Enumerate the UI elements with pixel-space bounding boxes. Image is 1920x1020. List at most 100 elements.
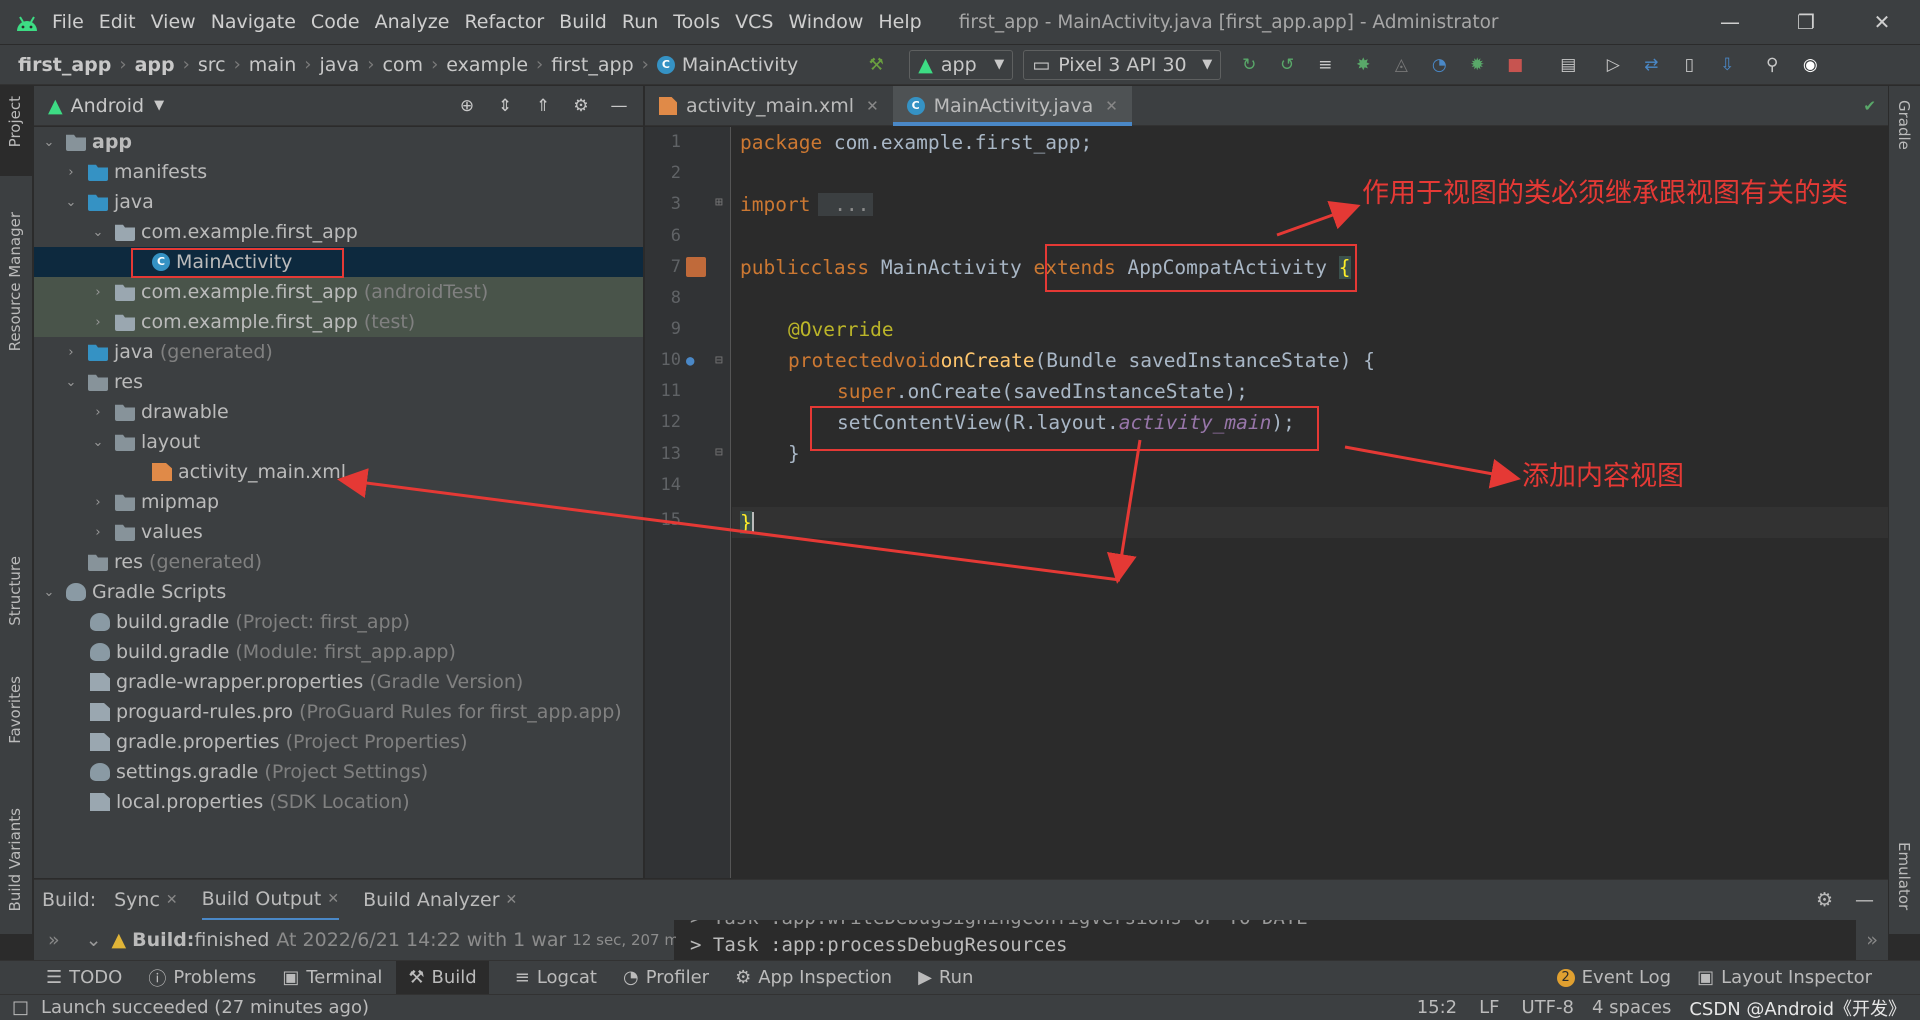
tree-item-settings-gradle[interactable]: settings.gradle (Project Settings) xyxy=(34,757,643,787)
menu-vcs[interactable]: VCS xyxy=(735,11,773,33)
tree-item-app[interactable]: ⌄ app xyxy=(34,127,643,157)
tree-item-java-generated[interactable]: › java (generated) xyxy=(34,337,643,367)
tool-layout-inspector[interactable]: ▣ Layout Inspector xyxy=(1697,967,1872,988)
tool-profiler[interactable]: ◔ Profiler xyxy=(623,967,709,988)
layout-file-gutter-icon[interactable] xyxy=(686,257,706,277)
tab-build-analyzer[interactable]: Build Analyzer ✕ xyxy=(363,889,517,911)
tab-build-variants[interactable]: Build Variants xyxy=(6,808,24,911)
fold-icon[interactable]: ⊟ xyxy=(715,445,723,460)
debug-app-icon[interactable]: ✹ xyxy=(1465,53,1489,77)
hammer-build-icon[interactable]: ⚒ xyxy=(864,53,888,77)
stop-icon[interactable]: ■ xyxy=(1503,53,1527,77)
tree-item-drawable[interactable]: › drawable xyxy=(34,397,643,427)
build-output-console[interactable]: > Task :app:writeDebugSigningConfigVersi… xyxy=(676,920,1888,960)
tab-gradle[interactable]: Gradle xyxy=(1895,100,1913,150)
tool-app-inspection[interactable]: ⚙ App Inspection xyxy=(735,967,892,988)
override-gutter-icon[interactable]: ● xyxy=(686,353,694,369)
project-view-select[interactable]: Android xyxy=(71,95,144,117)
breadcrumb-example[interactable]: example xyxy=(446,54,528,76)
tree-item-package-androidtest[interactable]: › com.example.first_app (androidTest) xyxy=(34,277,643,307)
tab-build-output[interactable]: Build Output ✕ xyxy=(201,880,340,921)
menu-refactor[interactable]: Refactor xyxy=(464,11,544,33)
device-manager-icon[interactable]: ▯ xyxy=(1677,53,1701,77)
tree-item-package-main[interactable]: ⌄ com.example.first_app xyxy=(34,217,643,247)
rerun-icon[interactable]: ↻ xyxy=(1237,53,1261,77)
collapse-all-icon[interactable]: ⇑ xyxy=(531,94,555,118)
tool-event-log[interactable]: 2 Event Log xyxy=(1556,967,1671,988)
breadcrumb-java[interactable]: java xyxy=(319,54,359,76)
tool-logcat[interactable]: ≡ Logcat xyxy=(515,967,597,988)
file-encoding[interactable]: UTF-8 xyxy=(1522,997,1574,1018)
tab-structure[interactable]: Structure xyxy=(6,556,24,626)
run-config-select[interactable]: ▲ app ▼ xyxy=(909,49,1014,80)
tab-emulator[interactable]: Emulator xyxy=(1895,842,1913,910)
breadcrumb-mainactivity[interactable]: MainActivity xyxy=(682,54,798,76)
tree-item-proguard-rules[interactable]: proguard-rules.pro (ProGuard Rules for f… xyxy=(34,697,643,727)
line-separator[interactable]: LF xyxy=(1479,997,1499,1018)
tree-item-res[interactable]: ⌄ res xyxy=(34,367,643,397)
tab-mainactivity-java[interactable]: C MainActivity.java ✕ xyxy=(892,86,1132,126)
breadcrumb-first-app[interactable]: first_app xyxy=(18,54,111,76)
expand-panel-icon[interactable]: » xyxy=(1856,920,1888,960)
tool-problems[interactable]: ⓘ Problems xyxy=(148,965,256,991)
close-tab-icon[interactable]: ✕ xyxy=(1105,97,1118,115)
avd-manager-icon[interactable]: ▷ xyxy=(1601,53,1625,77)
breadcrumb-app[interactable]: app xyxy=(135,54,175,76)
debug-icon[interactable]: ✸ xyxy=(1351,53,1375,77)
breadcrumb-main[interactable]: main xyxy=(249,54,296,76)
breadcrumb-src[interactable]: src xyxy=(198,54,226,76)
tree-item-local-properties[interactable]: local.properties (SDK Location) xyxy=(34,787,643,817)
breadcrumb-com[interactable]: com xyxy=(382,54,423,76)
restore-icon[interactable]: ❐ xyxy=(1768,0,1844,44)
tree-item-package-test[interactable]: › com.example.first_app (test) xyxy=(34,307,643,337)
sdk-manager-icon[interactable]: ⇩ xyxy=(1715,53,1739,77)
tree-item-mipmap[interactable]: › mipmap xyxy=(34,487,643,517)
caret-position[interactable]: 15:2 xyxy=(1417,997,1457,1018)
chevron-down-icon[interactable]: ⌄ xyxy=(86,929,102,951)
expand-all-icon[interactable]: ⇕ xyxy=(493,94,517,118)
indent-setting[interactable]: 4 spaces xyxy=(1592,997,1671,1018)
locate-icon[interactable]: ⊕ xyxy=(455,94,479,118)
tab-project[interactable]: Project xyxy=(6,96,24,147)
tab-resource-manager[interactable]: Resource Manager xyxy=(6,212,24,351)
tool-terminal[interactable]: ▣ Terminal xyxy=(282,967,382,988)
gear-icon[interactable]: ⚙ xyxy=(569,94,593,118)
fold-icon[interactable]: ⊞ xyxy=(715,195,723,210)
tab-sync[interactable]: Sync ✕ xyxy=(114,889,178,911)
tree-item-build-gradle-module[interactable]: build.gradle (Module: first_app.app) xyxy=(34,637,643,667)
sync-gradle-icon[interactable]: ⇄ xyxy=(1639,53,1663,77)
tree-item-gradle-wrapper-properties[interactable]: gradle-wrapper.properties (Gradle Versio… xyxy=(34,667,643,697)
tree-item-layout[interactable]: ⌄ layout xyxy=(34,427,643,457)
search-icon[interactable]: ⚲ xyxy=(1760,53,1784,77)
tree-item-manifests[interactable]: › manifests xyxy=(34,157,643,187)
tool-todo[interactable]: ☰ TODO xyxy=(46,967,122,988)
menu-window[interactable]: Window xyxy=(788,11,863,33)
tree-item-gradle-scripts[interactable]: ⌄ Gradle Scripts xyxy=(34,577,643,607)
device-select[interactable]: ▭ Pixel 3 API 30 ▼ xyxy=(1023,49,1222,80)
expand-toolbar-icon[interactable]: » xyxy=(48,929,60,951)
attach-debugger-icon[interactable]: ◬ xyxy=(1389,53,1413,77)
toggle-tool-windows-icon[interactable]: □ xyxy=(12,997,29,1018)
breadcrumb-first-app-pkg[interactable]: first_app xyxy=(551,54,633,76)
tree-item-java[interactable]: ⌄ java xyxy=(34,187,643,217)
tree-item-res-generated[interactable]: res (generated) xyxy=(34,547,643,577)
menu-build[interactable]: Build xyxy=(559,11,607,33)
minimize-icon[interactable]: — xyxy=(1692,0,1768,44)
tree-item-gradle-properties[interactable]: gradle.properties (Project Properties) xyxy=(34,727,643,757)
close-tab-icon[interactable]: ✕ xyxy=(866,97,879,115)
code-editor[interactable]: package com.example.first_app; import ..… xyxy=(732,127,1888,878)
menu-code[interactable]: Code xyxy=(311,11,360,33)
account-icon[interactable]: ◉ xyxy=(1798,53,1822,77)
apply-changes-icon[interactable]: ↺ xyxy=(1275,53,1299,77)
project-structure-icon[interactable]: ▤ xyxy=(1556,53,1580,77)
tab-activity-main-xml[interactable]: activity_main.xml ✕ xyxy=(645,86,893,126)
menu-view[interactable]: View xyxy=(151,11,196,33)
tree-item-activity-main-xml[interactable]: activity_main.xml xyxy=(34,457,643,487)
menu-analyze[interactable]: Analyze xyxy=(375,11,450,33)
menu-edit[interactable]: Edit xyxy=(99,11,136,33)
tree-item-build-gradle-project[interactable]: build.gradle (Project: first_app) xyxy=(34,607,643,637)
menu-file[interactable]: File xyxy=(52,11,84,33)
menu-help[interactable]: Help xyxy=(878,11,921,33)
tool-run[interactable]: ▶ Run xyxy=(918,967,973,988)
fold-icon[interactable]: ⊟ xyxy=(715,353,723,368)
